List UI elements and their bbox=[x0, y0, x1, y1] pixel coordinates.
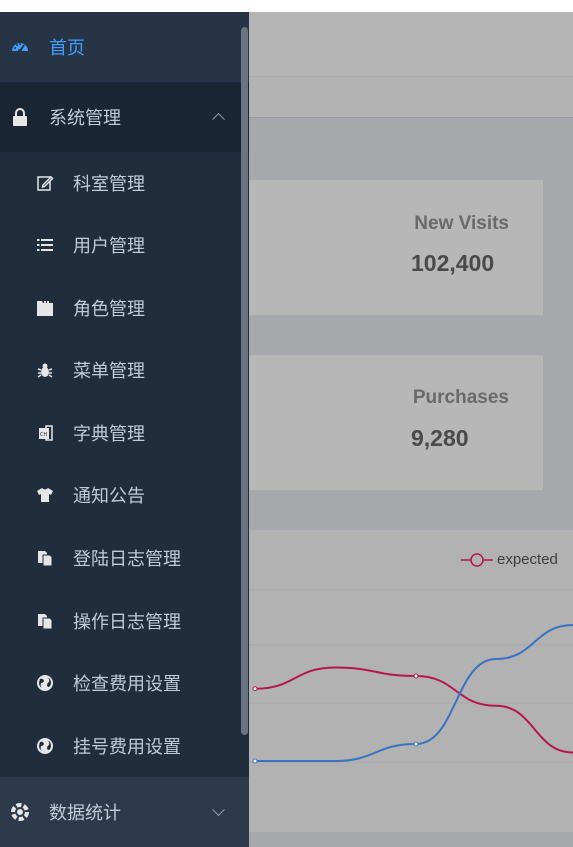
menu-data-statistics[interactable]: 数据统计 bbox=[0, 777, 249, 847]
edit-icon bbox=[35, 173, 55, 193]
sidebar-item-label: 登陆日志管理 bbox=[73, 549, 181, 570]
gear-icon bbox=[10, 802, 30, 822]
chevron-down-icon[interactable] bbox=[212, 803, 225, 817]
sidebar-item-label: 字典管理 bbox=[73, 424, 145, 445]
dashboard-icon bbox=[10, 37, 30, 57]
chevron-up-icon[interactable] bbox=[212, 112, 225, 126]
globe-icon bbox=[35, 736, 55, 756]
list-icon bbox=[35, 235, 55, 255]
sidebar-item-4[interactable]: 菜单管理 bbox=[0, 339, 249, 401]
sidebar-item-label: 菜单管理 bbox=[73, 361, 145, 382]
sidebar-item-label: 挂号费用设置 bbox=[73, 737, 181, 758]
data-point[interactable] bbox=[413, 673, 419, 679]
sidebar-item-2[interactable]: 用户管理 bbox=[0, 214, 249, 276]
menu-home[interactable]: 首页 bbox=[0, 12, 249, 82]
sidebar: 首页 系统管理 科室管理用户管理角色管理菜单管理 CH 字典管理通知公告登陆日志管理… bbox=[0, 12, 249, 847]
sidebar-item-7[interactable]: 登陆日志管理 bbox=[0, 527, 249, 589]
data-point[interactable] bbox=[252, 758, 258, 764]
menu-system-label: 系统管理 bbox=[49, 108, 121, 129]
dictionary-icon: CH bbox=[35, 423, 55, 443]
sidebar-item-label: 用户管理 bbox=[73, 236, 145, 257]
copy-icon bbox=[35, 611, 55, 631]
sidebar-item-label: 检查费用设置 bbox=[73, 674, 181, 695]
sidebar-item-6[interactable]: 通知公告 bbox=[0, 464, 249, 526]
globe-icon bbox=[35, 673, 55, 693]
sidebar-item-label: 操作日志管理 bbox=[73, 612, 181, 633]
sidebar-scrollbar[interactable] bbox=[241, 27, 248, 735]
series-line-1 bbox=[254, 666, 573, 754]
folder-icon bbox=[35, 298, 55, 318]
data-point[interactable] bbox=[413, 741, 419, 747]
sidebar-item-label: 角色管理 bbox=[73, 299, 145, 320]
sidebar-item-5[interactable]: CH 字典管理 bbox=[0, 402, 249, 464]
lock-icon bbox=[10, 107, 30, 127]
menu-system-management[interactable]: 系统管理 bbox=[0, 82, 249, 152]
menu-home-label: 首页 bbox=[49, 38, 85, 59]
menu-stats-label: 数据统计 bbox=[49, 803, 121, 824]
svg-text:CH: CH bbox=[40, 432, 47, 438]
sidebar-item-9[interactable]: 检查费用设置 bbox=[0, 652, 249, 714]
sidebar-item-1[interactable]: 科室管理 bbox=[0, 152, 249, 214]
data-point[interactable] bbox=[252, 686, 258, 692]
shirt-icon bbox=[35, 485, 55, 505]
sidebar-item-8[interactable]: 操作日志管理 bbox=[0, 590, 249, 652]
sidebar-item-label: 科室管理 bbox=[73, 174, 145, 195]
bug-icon bbox=[35, 360, 55, 380]
sidebar-item-label: 通知公告 bbox=[73, 486, 145, 507]
copy-icon bbox=[35, 548, 55, 568]
sidebar-item-10[interactable]: 挂号费用设置 bbox=[0, 715, 249, 777]
sidebar-item-3[interactable]: 角色管理 bbox=[0, 277, 249, 339]
